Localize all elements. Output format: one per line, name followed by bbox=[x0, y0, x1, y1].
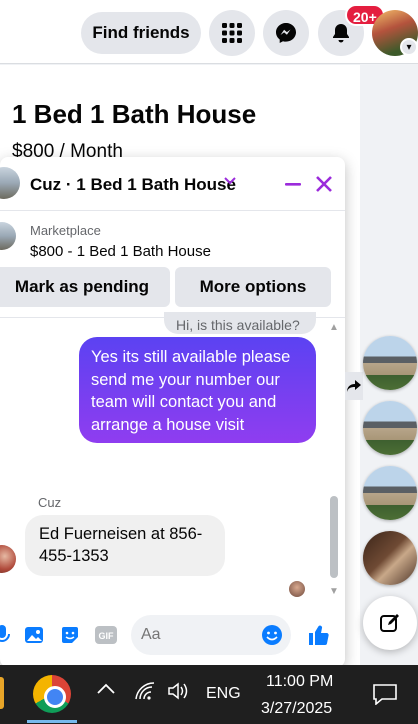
marketplace-item: $800 - 1 Bed 1 Bath House bbox=[30, 243, 211, 260]
new-message-button[interactable] bbox=[363, 596, 417, 650]
listing-title: 1 Bed 1 Bath House bbox=[12, 99, 257, 129]
chat-head-listing-1[interactable] bbox=[363, 336, 417, 390]
share-arrow-icon bbox=[347, 380, 361, 392]
thumbs-up-icon bbox=[309, 625, 329, 646]
top-navigation-bar: Find friends 20+ ▾ bbox=[0, 0, 418, 64]
windows-taskbar: ENG 11:00 PM 3/27/2025 bbox=[0, 665, 418, 724]
chat-head-listing-3[interactable] bbox=[363, 466, 417, 520]
chat-title[interactable]: Cuz · 1 Bed 1 Bath House bbox=[30, 175, 236, 195]
chat-header: Cuz · 1 Bed 1 Bath House bbox=[0, 157, 345, 211]
photo-icon bbox=[25, 627, 43, 643]
chat-head-listing-2[interactable] bbox=[363, 401, 417, 455]
marketplace-thumbnail bbox=[0, 222, 16, 250]
chevron-down-icon[interactable] bbox=[224, 173, 236, 189]
sender-name: Cuz bbox=[38, 495, 62, 510]
chat-window: Cuz · 1 Bed 1 Bath House Marketplace $80… bbox=[0, 157, 345, 667]
close-chat-button[interactable] bbox=[313, 173, 335, 195]
sticker-icon bbox=[62, 627, 78, 643]
wifi-icon[interactable] bbox=[134, 681, 156, 706]
sticker-button[interactable] bbox=[58, 623, 82, 647]
compose-icon bbox=[380, 614, 399, 632]
like-button[interactable] bbox=[307, 623, 331, 647]
received-message-bubble[interactable]: Ed Fuerneisen at 856-455-1353 bbox=[25, 515, 225, 576]
find-friends-button[interactable]: Find friends bbox=[81, 12, 201, 54]
more-options-button[interactable]: More options bbox=[175, 267, 331, 307]
smiley-icon bbox=[262, 625, 282, 645]
clock-time[interactable]: 11:00 PM bbox=[266, 673, 333, 691]
messenger-icon bbox=[276, 23, 296, 43]
messenger-button[interactable] bbox=[263, 10, 309, 56]
scroll-down-arrow-icon[interactable]: ▼ bbox=[329, 586, 339, 597]
chat-listing-thumbnail bbox=[0, 167, 20, 199]
gif-button[interactable]: GIF bbox=[94, 623, 118, 647]
account-chevron-down-icon[interactable]: ▾ bbox=[400, 38, 418, 56]
speaker-icon[interactable] bbox=[167, 681, 191, 706]
share-button[interactable] bbox=[345, 372, 363, 400]
scroll-up-arrow-icon[interactable]: ▲ bbox=[329, 322, 339, 333]
message-input[interactable] bbox=[141, 623, 251, 647]
close-icon bbox=[316, 176, 332, 192]
chat-scrollbar[interactable]: ▲ ▼ bbox=[326, 318, 340, 598]
minimize-button[interactable] bbox=[282, 173, 304, 195]
marketplace-label: Marketplace bbox=[30, 223, 101, 238]
chrome-icon[interactable] bbox=[33, 675, 71, 713]
clock-date[interactable]: 3/27/2025 bbox=[261, 700, 332, 718]
chat-head-listing-4[interactable] bbox=[363, 531, 417, 585]
previous-message: Hi, is this available? bbox=[164, 312, 316, 334]
bell-icon bbox=[333, 24, 349, 43]
attach-photo-button[interactable] bbox=[22, 623, 46, 647]
active-app-indicator bbox=[27, 720, 77, 723]
marketplace-listing-row[interactable]: Marketplace $800 - 1 Bed 1 Bath House bbox=[0, 212, 345, 266]
svg-text:GIF: GIF bbox=[99, 631, 115, 641]
language-indicator[interactable]: ENG bbox=[206, 685, 241, 703]
scrollbar-thumb[interactable] bbox=[330, 496, 338, 578]
voice-clip-button[interactable] bbox=[0, 623, 14, 647]
apps-grid-icon bbox=[222, 23, 242, 43]
emoji-button[interactable] bbox=[261, 624, 283, 646]
menu-button[interactable] bbox=[209, 10, 255, 56]
sent-message-bubble[interactable]: Yes its still available please send me y… bbox=[79, 337, 316, 443]
seen-indicator-avatar bbox=[289, 581, 305, 597]
minimize-icon bbox=[285, 183, 301, 186]
gif-icon: GIF bbox=[95, 626, 117, 644]
message-input-wrapper bbox=[131, 615, 291, 655]
taskbar-app-icon[interactable] bbox=[0, 677, 4, 709]
action-center-icon[interactable] bbox=[372, 683, 398, 710]
show-hidden-icons-chevron-up-icon[interactable] bbox=[96, 681, 116, 700]
microphone-icon bbox=[0, 625, 10, 642]
mark-as-pending-button[interactable]: Mark as pending bbox=[0, 267, 170, 307]
